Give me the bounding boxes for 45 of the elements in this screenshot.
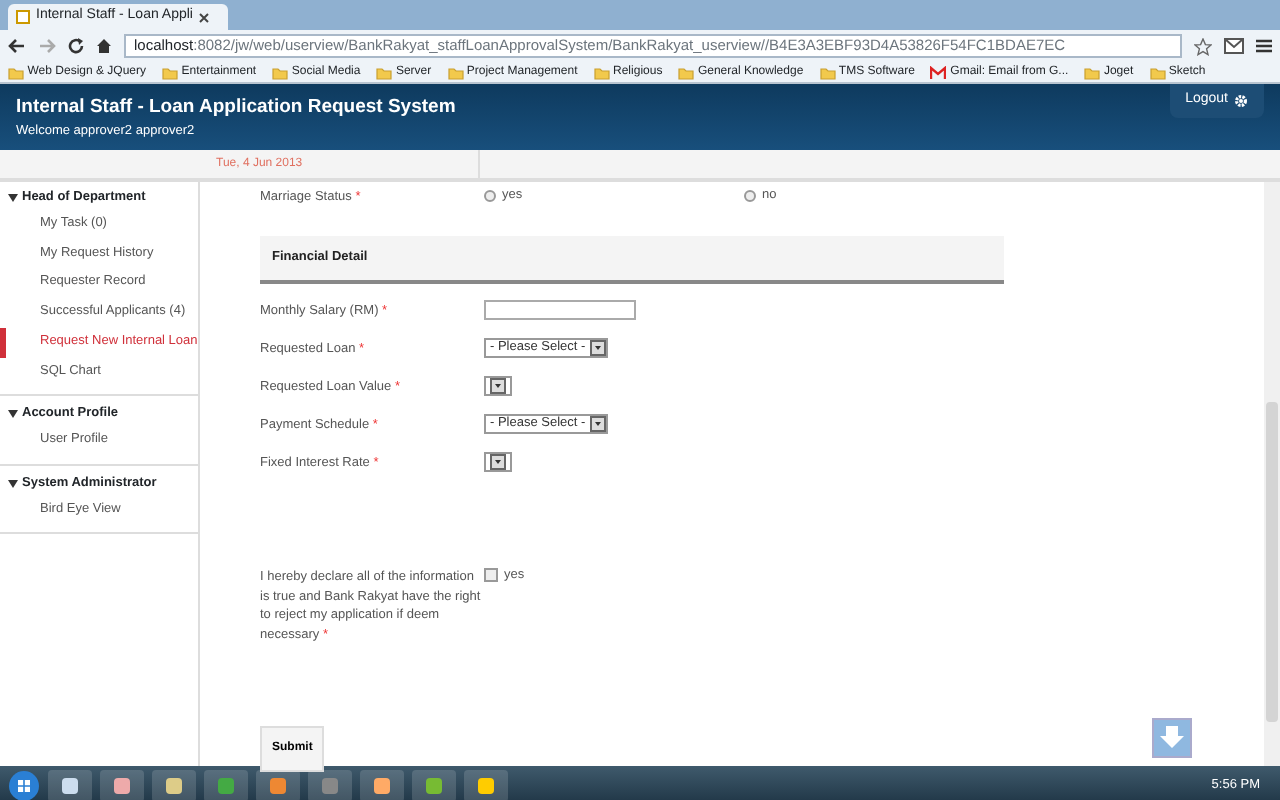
radio-button[interactable] [484,189,496,202]
taskbar-button[interactable] [464,770,508,800]
mail-icon[interactable] [1224,38,1244,54]
taskbar-button[interactable] [204,770,248,800]
home-icon[interactable] [96,38,112,54]
menu-icon[interactable] [1256,38,1272,54]
taskbar-button[interactable] [256,770,300,800]
taskbar-button[interactable] [152,770,196,800]
settings-icon [1234,93,1248,108]
dropdown-arrow-icon [490,377,506,394]
taskbar-button[interactable] [412,770,456,800]
taskbar-button[interactable] [360,770,404,800]
checkbox[interactable] [484,568,498,583]
scrollbar[interactable] [1264,182,1280,766]
dropdown-arrow-icon [490,453,506,470]
caret-icon [8,410,18,419]
start-button-icon[interactable] [8,770,40,800]
star-icon[interactable] [1194,37,1212,55]
reload-icon[interactable] [68,38,84,54]
dropdown-arrow-icon [589,339,606,356]
close-icon[interactable] [198,11,211,23]
text-field[interactable] [484,299,636,320]
taskbar-button[interactable] [48,770,92,800]
back-icon[interactable] [8,38,26,54]
app-icon [424,776,444,796]
app-icon [268,776,288,796]
app-icon [372,776,392,796]
app-icon [112,776,132,796]
app-icon [476,776,496,796]
caret-icon [8,479,18,488]
app-title: Internal Staff - Loan Application Request System [16,94,456,122]
dropdown[interactable] [484,451,512,472]
app-icon [320,776,340,796]
radio-button[interactable] [744,189,756,202]
taskbar-button[interactable] [308,770,352,800]
scrollbar-thumb[interactable] [1266,402,1278,722]
dropdown-arrow-icon [589,415,606,432]
app-icon [164,776,184,796]
app-icon [60,776,80,796]
caret-icon [8,193,18,202]
page-icon [16,10,30,24]
mail-icon [930,65,947,79]
app-icon [216,776,236,796]
dropdown[interactable] [484,375,512,396]
taskbar-button[interactable] [100,770,144,800]
